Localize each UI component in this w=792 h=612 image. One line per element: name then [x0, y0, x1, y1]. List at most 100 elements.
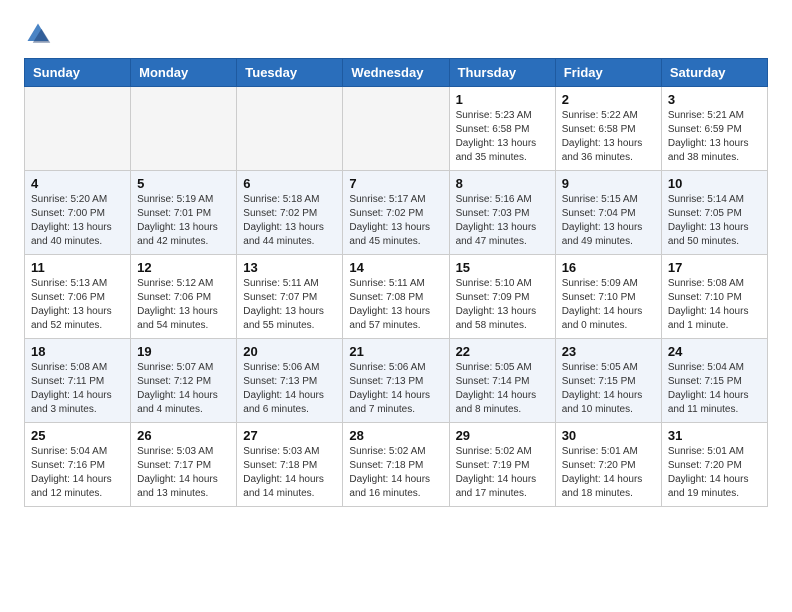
day-info: Sunrise: 5:03 AMSunset: 7:18 PMDaylight:… — [243, 445, 336, 501]
day-info: Sunrise: 5:04 AMSunset: 7:16 PMDaylight:… — [31, 445, 124, 501]
calendar-cell: 4 Sunrise: 5:20 AMSunset: 7:00 PMDaylight… — [25, 171, 131, 255]
calendar-week-2: 4 Sunrise: 5:20 AMSunset: 7:00 PMDaylight… — [25, 171, 768, 255]
day-number: 17 — [668, 260, 761, 275]
day-info: Sunrise: 5:03 AMSunset: 7:17 PMDaylight:… — [137, 445, 230, 501]
day-info: Sunrise: 5:12 AMSunset: 7:06 PMDaylight:… — [137, 277, 230, 333]
day-info: Sunrise: 5:08 AMSunset: 7:10 PMDaylight:… — [668, 277, 761, 333]
weekday-header-sunday: Sunday — [25, 59, 131, 87]
day-number: 23 — [562, 344, 655, 359]
day-number: 2 — [562, 92, 655, 107]
day-info: Sunrise: 5:17 AMSunset: 7:02 PMDaylight:… — [349, 193, 442, 249]
weekday-header-friday: Friday — [555, 59, 661, 87]
day-number: 26 — [137, 428, 230, 443]
calendar-cell: 13Sunrise: 5:11 AMSunset: 7:07 PMDayligh… — [237, 255, 343, 339]
day-number: 28 — [349, 428, 442, 443]
day-number: 4 — [31, 176, 124, 191]
calendar-cell: 2 Sunrise: 5:22 AMSunset: 6:58 PMDaylight… — [555, 87, 661, 171]
day-number: 1 — [456, 92, 549, 107]
calendar-cell: 1 Sunrise: 5:23 AMSunset: 6:58 PMDaylight… — [449, 87, 555, 171]
calendar-cell: 23 Sunrise: 5:05 AMSunset: 7:15 PMDayligh… — [555, 339, 661, 423]
day-number: 9 — [562, 176, 655, 191]
calendar-cell: 9 Sunrise: 5:15 AMSunset: 7:04 PMDaylight… — [555, 171, 661, 255]
day-info: Sunrise: 5:02 AMSunset: 7:19 PMDaylight:… — [456, 445, 549, 501]
day-info: Sunrise: 5:19 AMSunset: 7:01 PMDaylight:… — [137, 193, 230, 249]
day-info: Sunrise: 5:06 AMSunset: 7:13 PMDaylight:… — [349, 361, 442, 417]
weekday-header-tuesday: Tuesday — [237, 59, 343, 87]
calendar-cell: 8 Sunrise: 5:16 AMSunset: 7:03 PMDaylight… — [449, 171, 555, 255]
day-number: 16 — [562, 260, 655, 275]
day-info: Sunrise: 5:01 AMSunset: 7:20 PMDaylight:… — [668, 445, 761, 501]
calendar-cell: 21 Sunrise: 5:06 AMSunset: 7:13 PMDayligh… — [343, 339, 449, 423]
day-info: Sunrise: 5:21 AMSunset: 6:59 PMDaylight:… — [668, 109, 761, 165]
day-number: 6 — [243, 176, 336, 191]
calendar-cell: 28 Sunrise: 5:02 AMSunset: 7:18 PMDayligh… — [343, 423, 449, 507]
calendar-week-5: 25 Sunrise: 5:04 AMSunset: 7:16 PMDayligh… — [25, 423, 768, 507]
day-info: Sunrise: 5:06 AMSunset: 7:13 PMDaylight:… — [243, 361, 336, 417]
day-number: 3 — [668, 92, 761, 107]
day-number: 24 — [668, 344, 761, 359]
day-number: 8 — [456, 176, 549, 191]
day-info: Sunrise: 5:11 AMSunset: 7:08 PMDaylight:… — [349, 277, 442, 333]
day-info: Sunrise: 5:05 AMSunset: 7:15 PMDaylight:… — [562, 361, 655, 417]
calendar-cell: 12 Sunrise: 5:12 AMSunset: 7:06 PMDayligh… — [131, 255, 237, 339]
day-info: Sunrise: 5:23 AMSunset: 6:58 PMDaylight:… — [456, 109, 549, 165]
calendar-cell: 11 Sunrise: 5:13 AMSunset: 7:06 PMDayligh… — [25, 255, 131, 339]
day-info: Sunrise: 5:10 AMSunset: 7:09 PMDaylight:… — [456, 277, 549, 333]
day-info: Sunrise: 5:09 AMSunset: 7:10 PMDaylight:… — [562, 277, 655, 333]
logo-icon — [24, 20, 52, 48]
calendar-cell: 19 Sunrise: 5:07 AMSunset: 7:12 PMDayligh… — [131, 339, 237, 423]
day-number: 27 — [243, 428, 336, 443]
day-info: Sunrise: 5:13 AMSunset: 7:06 PMDaylight:… — [31, 277, 124, 333]
day-number: 12 — [137, 260, 230, 275]
day-number: 21 — [349, 344, 442, 359]
weekday-header-row: SundayMondayTuesdayWednesdayThursdayFrid… — [25, 59, 768, 87]
day-number: 10 — [668, 176, 761, 191]
calendar-week-3: 11 Sunrise: 5:13 AMSunset: 7:06 PMDayligh… — [25, 255, 768, 339]
calendar-cell — [25, 87, 131, 171]
calendar-cell: 16 Sunrise: 5:09 AMSunset: 7:10 PMDayligh… — [555, 255, 661, 339]
page: SundayMondayTuesdayWednesdayThursdayFrid… — [0, 0, 792, 527]
calendar-cell: 18Sunrise: 5:08 AMSunset: 7:11 PMDayligh… — [25, 339, 131, 423]
day-number: 25 — [31, 428, 124, 443]
calendar-cell: 15Sunrise: 5:10 AMSunset: 7:09 PMDayligh… — [449, 255, 555, 339]
calendar-week-4: 18Sunrise: 5:08 AMSunset: 7:11 PMDayligh… — [25, 339, 768, 423]
weekday-header-wednesday: Wednesday — [343, 59, 449, 87]
weekday-header-monday: Monday — [131, 59, 237, 87]
day-number: 20 — [243, 344, 336, 359]
calendar-week-1: 1 Sunrise: 5:23 AMSunset: 6:58 PMDaylight… — [25, 87, 768, 171]
day-info: Sunrise: 5:04 AMSunset: 7:15 PMDaylight:… — [668, 361, 761, 417]
calendar-cell: 17 Sunrise: 5:08 AMSunset: 7:10 PMDayligh… — [661, 255, 767, 339]
day-number: 7 — [349, 176, 442, 191]
calendar-cell: 3 Sunrise: 5:21 AMSunset: 6:59 PMDaylight… — [661, 87, 767, 171]
calendar-cell: 26 Sunrise: 5:03 AMSunset: 7:17 PMDayligh… — [131, 423, 237, 507]
day-number: 19 — [137, 344, 230, 359]
calendar-cell: 31 Sunrise: 5:01 AMSunset: 7:20 PMDayligh… — [661, 423, 767, 507]
weekday-header-saturday: Saturday — [661, 59, 767, 87]
day-info: Sunrise: 5:07 AMSunset: 7:12 PMDaylight:… — [137, 361, 230, 417]
day-info: Sunrise: 5:08 AMSunset: 7:11 PMDaylight:… — [31, 361, 124, 417]
calendar-cell: 10 Sunrise: 5:14 AMSunset: 7:05 PMDayligh… — [661, 171, 767, 255]
day-info: Sunrise: 5:15 AMSunset: 7:04 PMDaylight:… — [562, 193, 655, 249]
day-number: 11 — [31, 260, 124, 275]
calendar-cell: 7 Sunrise: 5:17 AMSunset: 7:02 PMDaylight… — [343, 171, 449, 255]
day-info: Sunrise: 5:22 AMSunset: 6:58 PMDaylight:… — [562, 109, 655, 165]
day-info: Sunrise: 5:18 AMSunset: 7:02 PMDaylight:… — [243, 193, 336, 249]
calendar-cell: 14 Sunrise: 5:11 AMSunset: 7:08 PMDayligh… — [343, 255, 449, 339]
calendar-cell: 22Sunrise: 5:05 AMSunset: 7:14 PMDayligh… — [449, 339, 555, 423]
header — [24, 20, 768, 48]
day-info: Sunrise: 5:16 AMSunset: 7:03 PMDaylight:… — [456, 193, 549, 249]
calendar-cell: 6 Sunrise: 5:18 AMSunset: 7:02 PMDaylight… — [237, 171, 343, 255]
weekday-header-thursday: Thursday — [449, 59, 555, 87]
day-number: 31 — [668, 428, 761, 443]
day-info: Sunrise: 5:14 AMSunset: 7:05 PMDaylight:… — [668, 193, 761, 249]
day-info: Sunrise: 5:20 AMSunset: 7:00 PMDaylight:… — [31, 193, 124, 249]
calendar-cell — [343, 87, 449, 171]
day-info: Sunrise: 5:01 AMSunset: 7:20 PMDaylight:… — [562, 445, 655, 501]
calendar-cell: 27 Sunrise: 5:03 AMSunset: 7:18 PMDayligh… — [237, 423, 343, 507]
day-number: 30 — [562, 428, 655, 443]
day-number: 5 — [137, 176, 230, 191]
calendar-cell: 30 Sunrise: 5:01 AMSunset: 7:20 PMDayligh… — [555, 423, 661, 507]
day-number: 14 — [349, 260, 442, 275]
day-info: Sunrise: 5:05 AMSunset: 7:14 PMDaylight:… — [456, 361, 549, 417]
day-info: Sunrise: 5:02 AMSunset: 7:18 PMDaylight:… — [349, 445, 442, 501]
